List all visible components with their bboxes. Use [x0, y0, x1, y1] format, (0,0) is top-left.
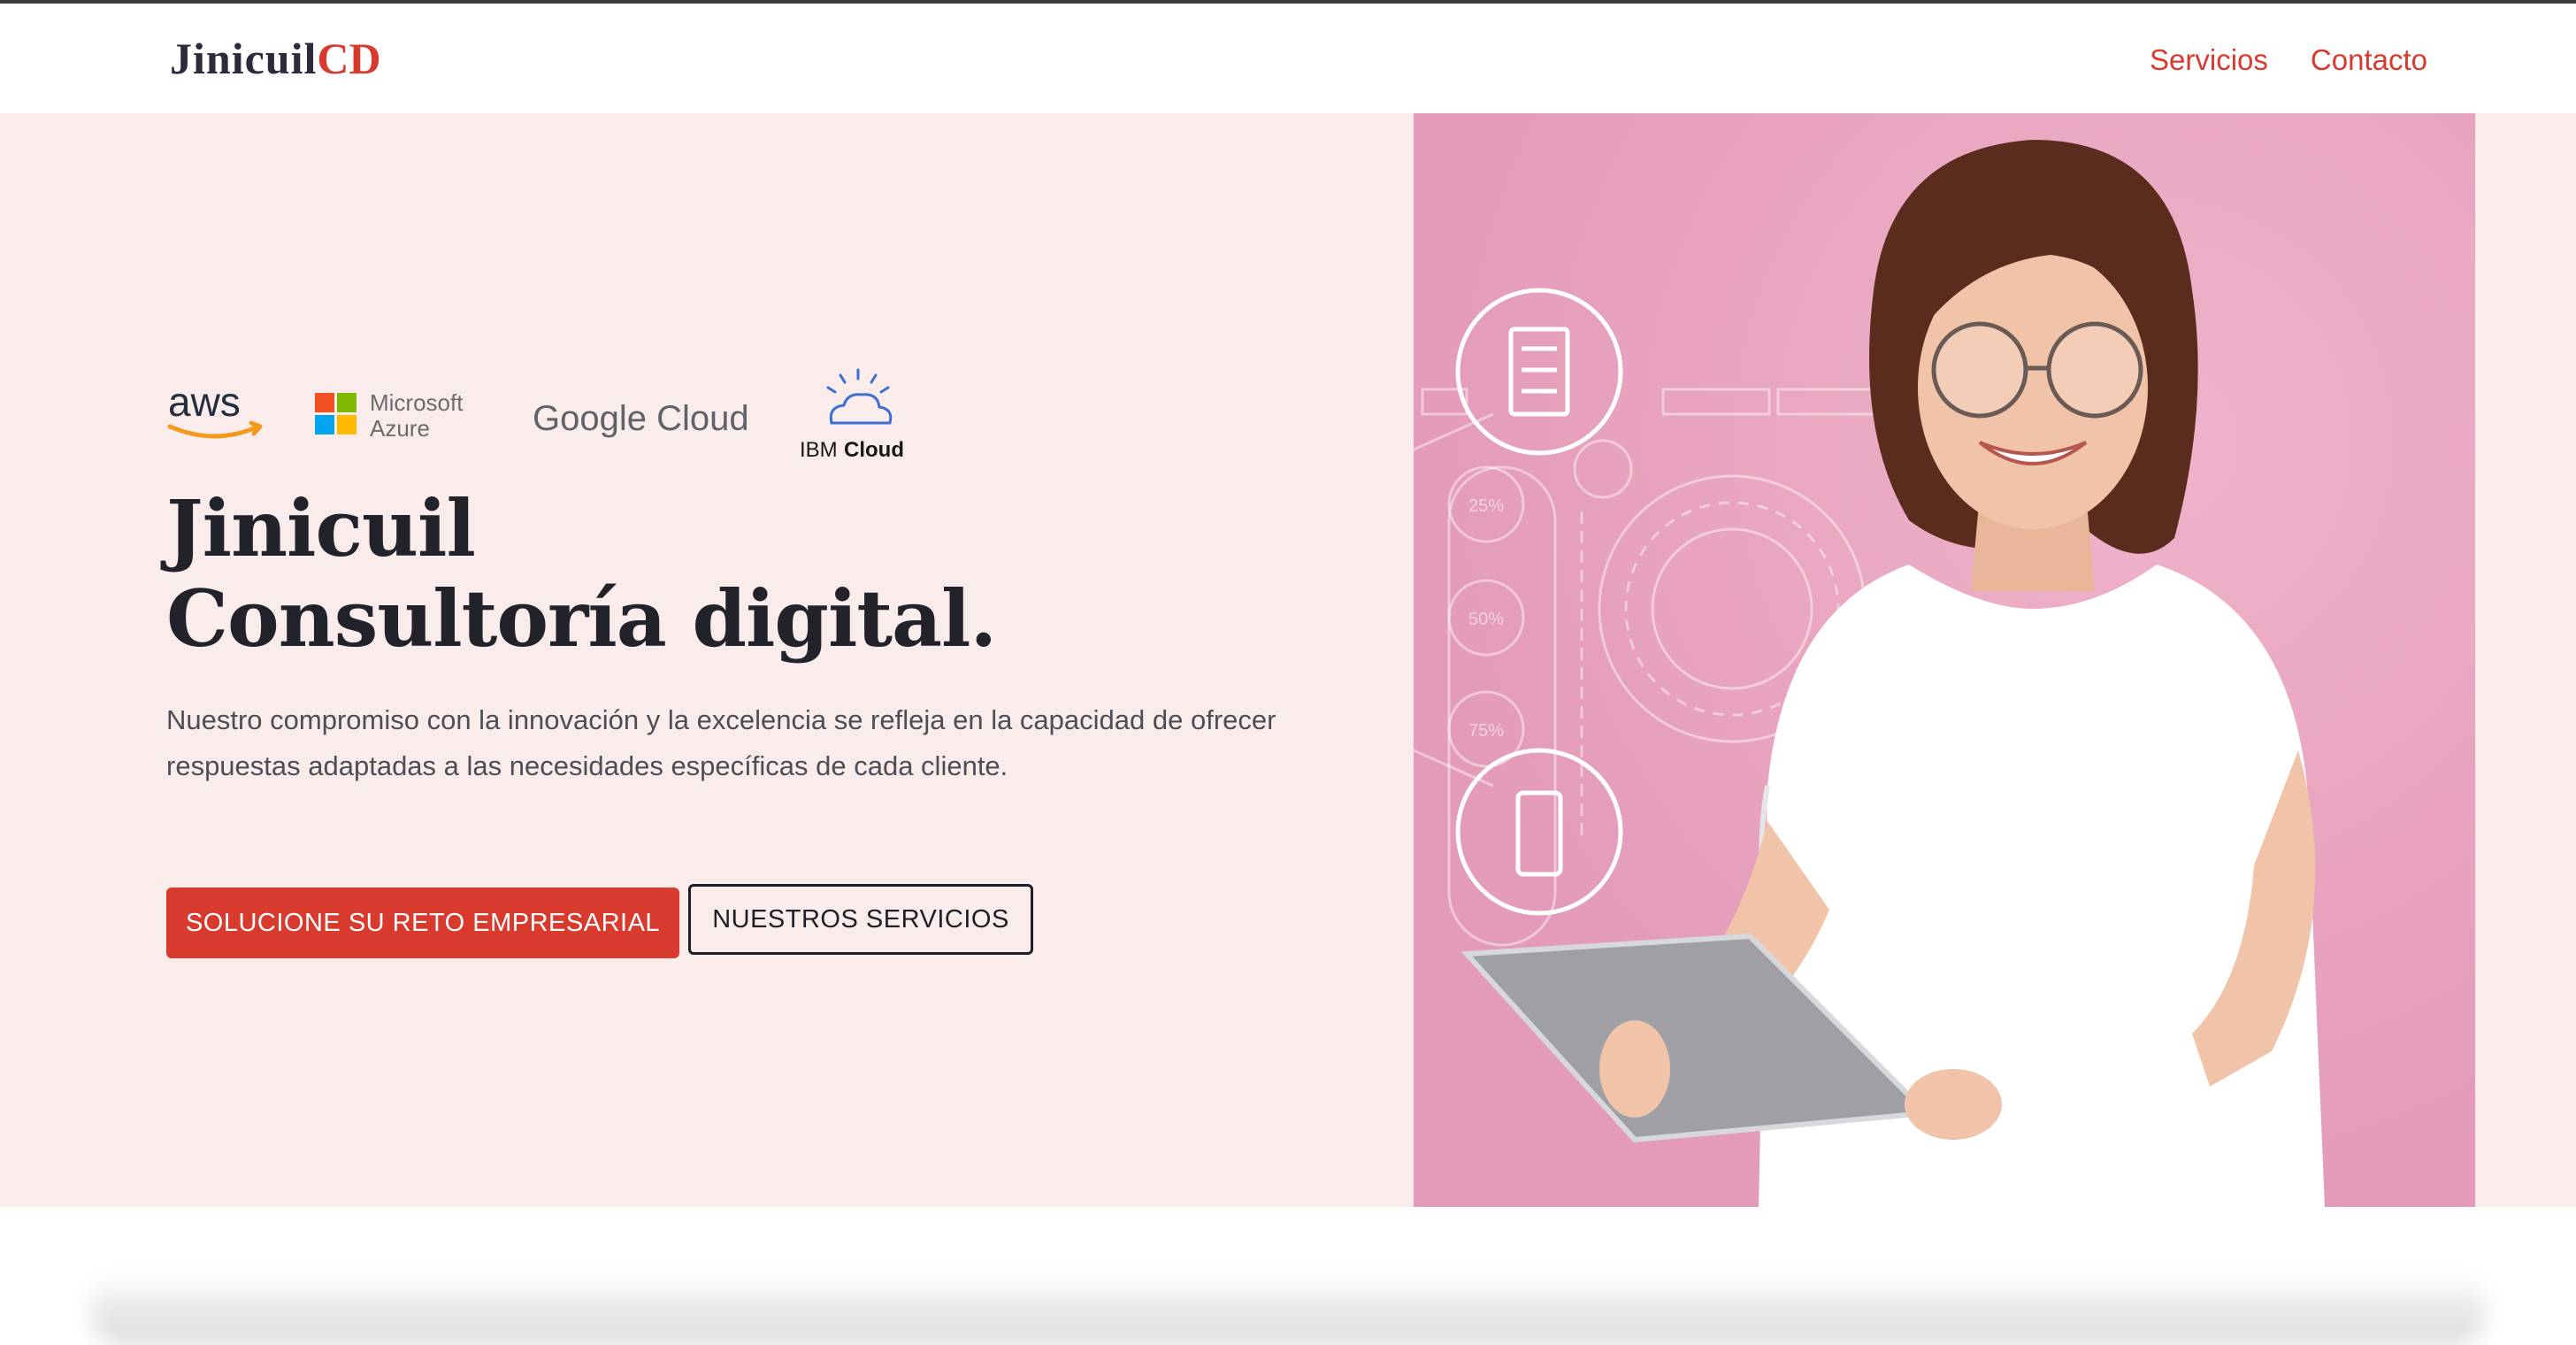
- hero-illustration: 25% 50% 75%: [1414, 113, 2475, 1207]
- google-cloud-logo-text: Google Cloud: [533, 399, 749, 438]
- brand-main-text: Jinicuil: [170, 34, 318, 83]
- overlay-label-25: 25%: [1468, 496, 1504, 516]
- next-section-shadow: [88, 1274, 2488, 1345]
- nav-item-contacto[interactable]: Contacto: [2311, 35, 2427, 85]
- hero-image: 25% 50% 75%: [1414, 113, 2475, 1207]
- aws-logo: aws: [167, 380, 263, 439]
- azure-logo-text-1: Microsoft: [370, 389, 464, 416]
- overlay-label-50: 50%: [1468, 610, 1504, 629]
- brand-logo[interactable]: Jinicuil CD: [170, 23, 381, 94]
- aws-logo-text: aws: [168, 380, 241, 425]
- nav-item-servicios[interactable]: Servicios: [2150, 35, 2268, 85]
- azure-logo-text-2: Azure: [370, 415, 430, 442]
- microsoft-azure-logo: Microsoft Azure: [315, 389, 464, 442]
- ibm-logo-text-2: Cloud: [844, 438, 904, 462]
- ibm-logo-text-1: IBM: [800, 438, 838, 462]
- brand-accent-text: CD: [317, 34, 381, 83]
- google-cloud-logo: Google Cloud: [533, 399, 749, 438]
- our-services-button[interactable]: NUESTROS SERVICIOS: [688, 884, 1033, 955]
- site-header: Jinicuil CD Servicios Contacto: [0, 4, 2576, 113]
- ibm-cloud-logo: IBM Cloud: [800, 368, 904, 462]
- hero-section: aws Microsoft Azure Google Cloud IBM Clo…: [0, 113, 2576, 1207]
- hero-title-line-2: Consultoría digital.: [166, 573, 997, 665]
- hero-title-line-1: Jinicuil: [166, 482, 476, 574]
- main-nav: Servicios Contacto: [2150, 35, 2427, 85]
- hero-title: Jinicuil Consultoría digital.: [166, 483, 1316, 664]
- overlay-label-75: 75%: [1468, 721, 1504, 741]
- hero-description: Nuestro compromiso con la innovación y l…: [166, 704, 1276, 781]
- solve-challenge-button[interactable]: SOLUCIONE SU RETO EMPRESARIAL: [166, 888, 679, 958]
